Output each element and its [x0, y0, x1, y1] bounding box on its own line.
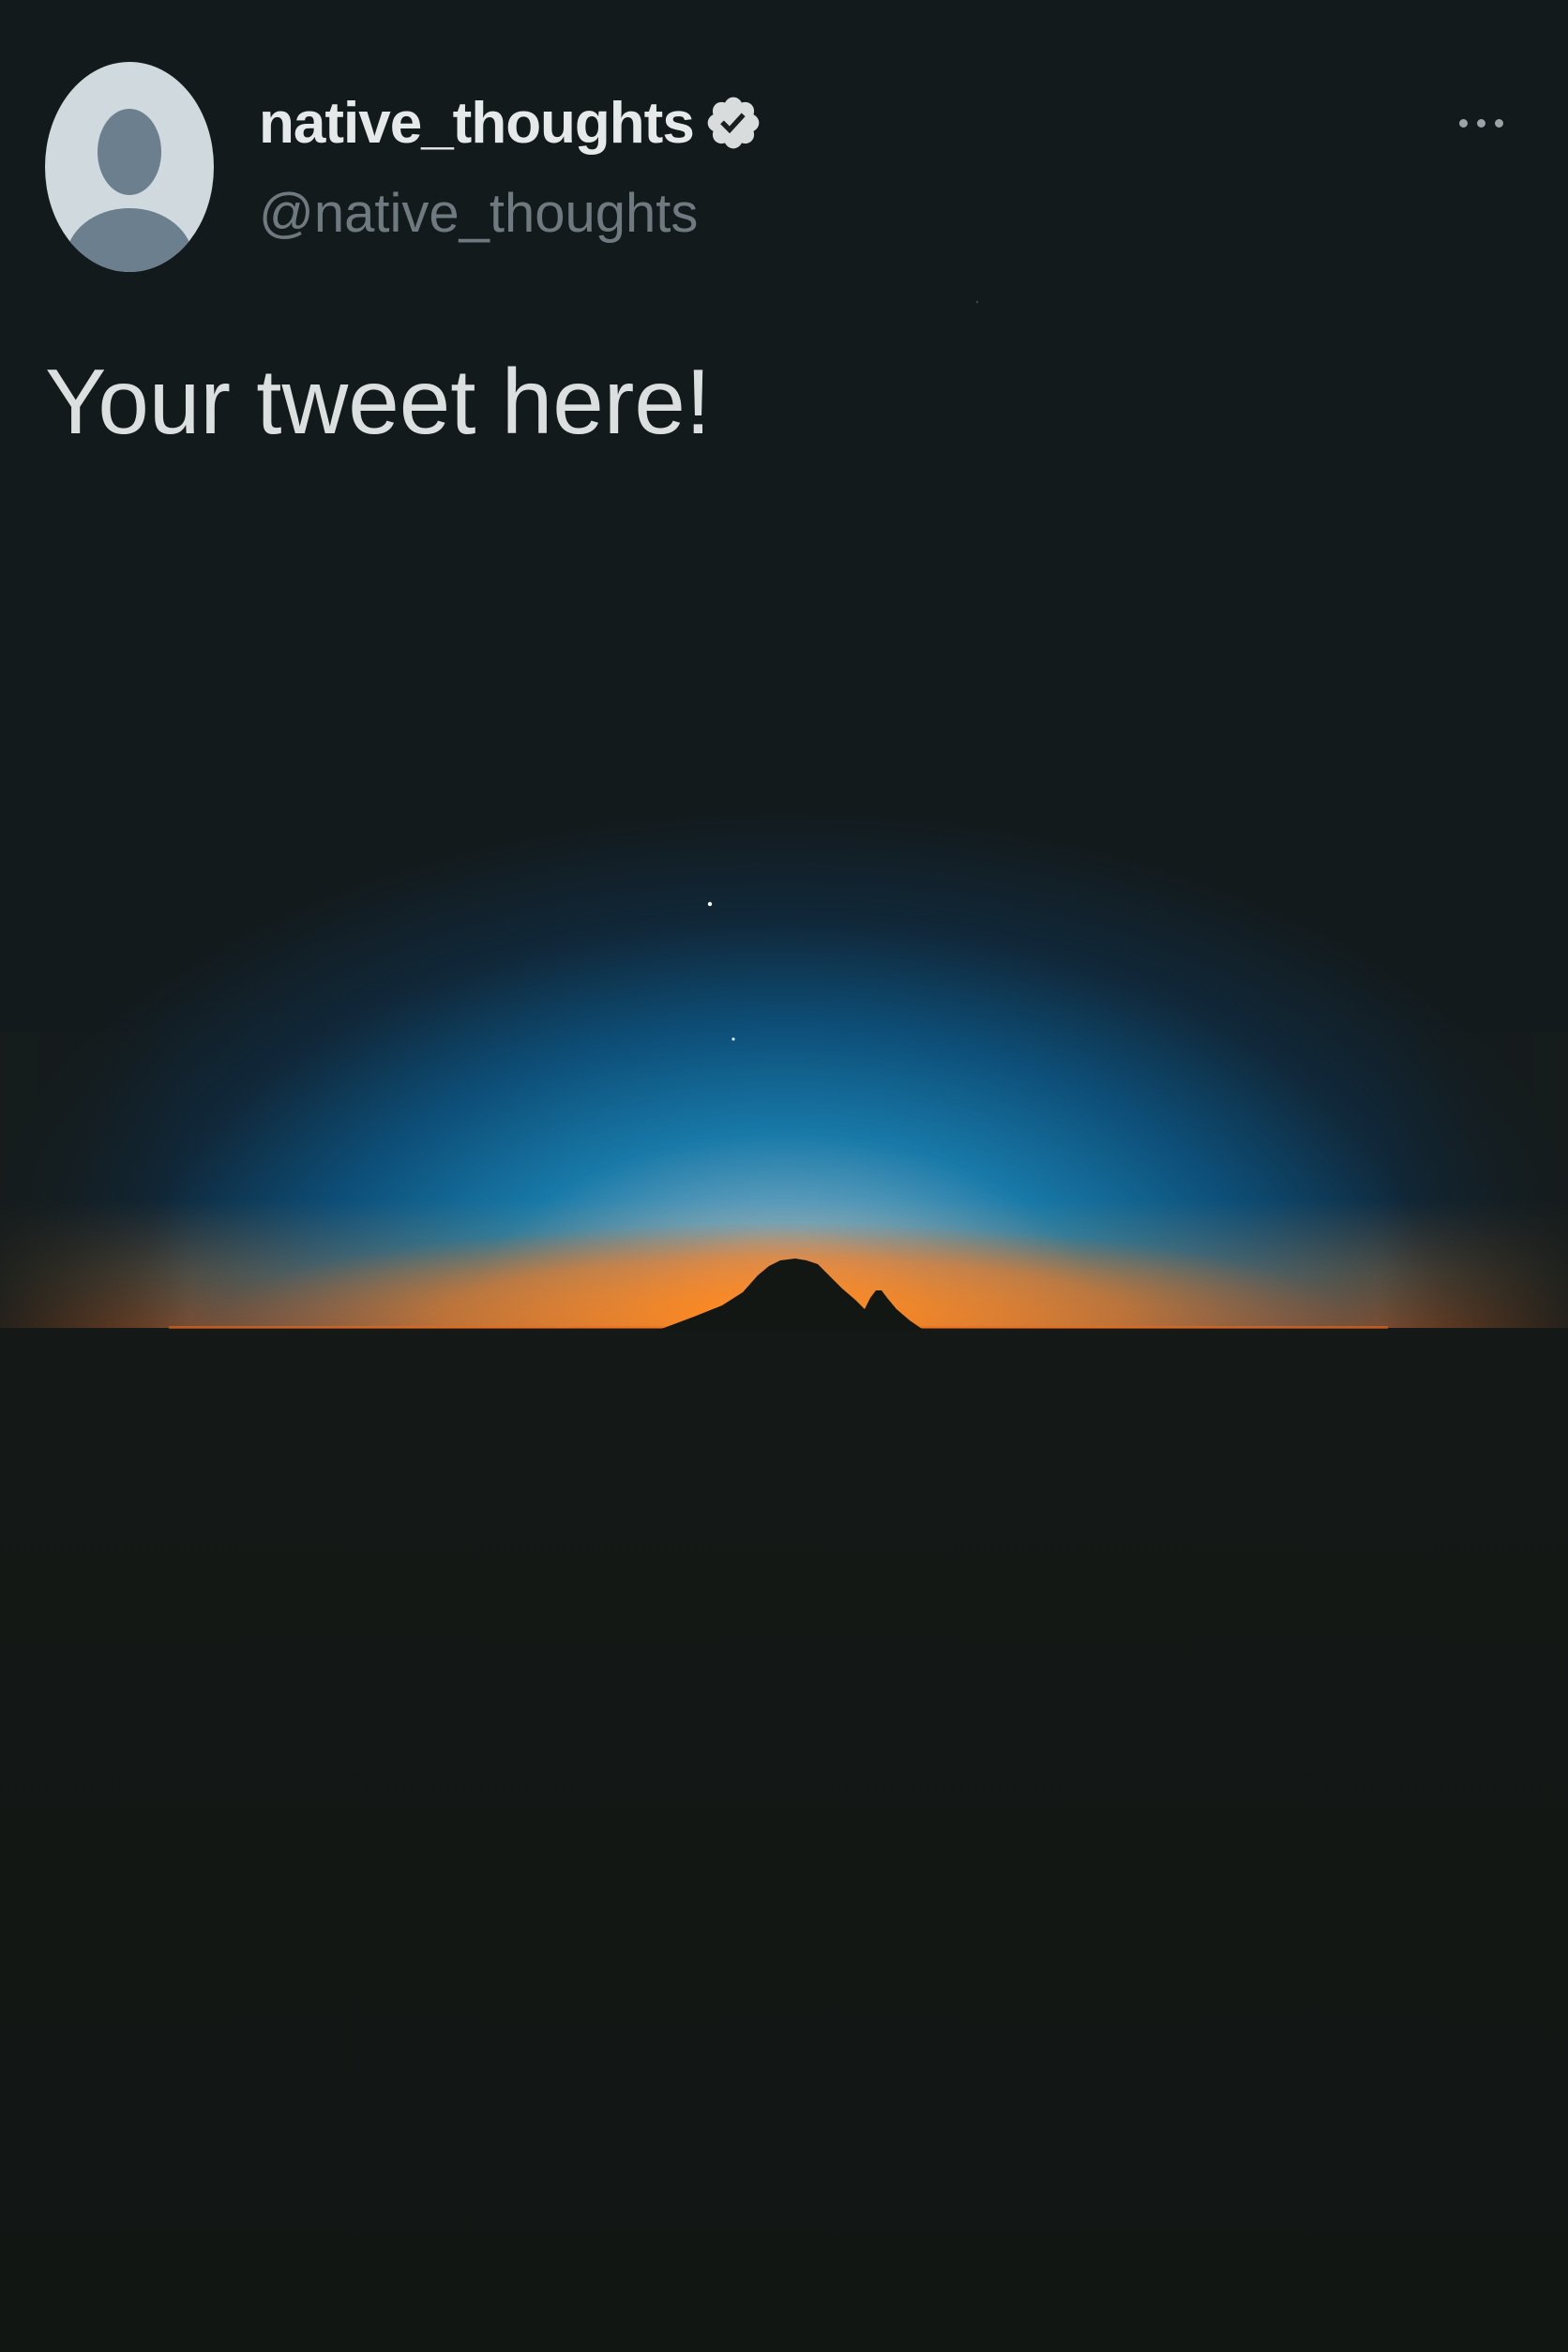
- display-name[interactable]: native_thoughts: [259, 90, 695, 157]
- avatar-head-shape: [98, 109, 161, 195]
- more-options-icon: [1476, 118, 1485, 128]
- avatar-body-shape: [66, 208, 193, 272]
- name-row: native_thoughts: [259, 81, 763, 165]
- more-options-button[interactable]: [1439, 99, 1523, 146]
- more-options-icon: [1494, 118, 1503, 128]
- verified-badge-icon: [703, 93, 763, 153]
- tweet-card: native_thoughts @native_thoughts Your tw…: [0, 0, 1568, 2352]
- star: [707, 901, 713, 907]
- star: [731, 1037, 735, 1041]
- star: [975, 300, 979, 304]
- tweet-text: Your tweet here!: [45, 350, 712, 453]
- more-options-icon: [1458, 118, 1468, 128]
- user-handle[interactable]: @native_thoughts: [259, 182, 698, 245]
- avatar[interactable]: [45, 62, 214, 272]
- tweet-header: native_thoughts @native_thoughts: [45, 62, 1523, 278]
